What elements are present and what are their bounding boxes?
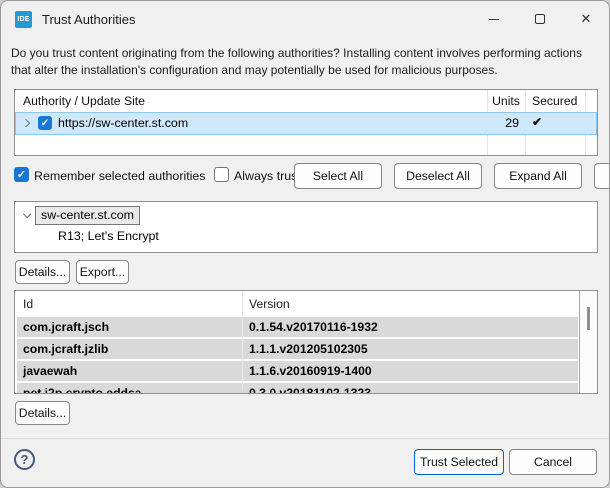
certificate-child-item[interactable]: R13; Let's Encrypt xyxy=(58,229,159,243)
footer-divider xyxy=(1,438,609,439)
maximize-button[interactable] xyxy=(517,1,563,37)
units-table-header: Id Version xyxy=(15,291,597,317)
ide-app-icon: IDE xyxy=(15,11,32,28)
column-header-authority[interactable]: Authority / Update Site xyxy=(23,90,145,112)
minimize-icon xyxy=(489,19,499,20)
unit-details-button[interactable]: Details... xyxy=(15,401,70,425)
collapse-chevron-icon[interactable] xyxy=(23,210,32,219)
window-title: Trust Authorities xyxy=(42,12,135,27)
certificate-tree: sw-center.st.com R13; Let's Encrypt xyxy=(14,201,598,253)
titlebar: IDE Trust Authorities ✕ xyxy=(1,1,609,37)
unit-version: 1.1.6.v20160919-1400 xyxy=(249,364,372,378)
scrollbar-thumb[interactable] xyxy=(587,307,590,330)
always-trust-label[interactable]: Always trust xyxy=(234,169,301,183)
certificate-export-button[interactable]: Export... xyxy=(76,260,129,284)
trust-selected-button[interactable]: Trust Selected xyxy=(414,449,504,475)
remember-authorities-checkbox[interactable]: ✓ xyxy=(14,167,29,182)
unit-id: net.i2p.crypto.eddsa xyxy=(23,386,142,394)
always-trust-checkbox[interactable] xyxy=(214,167,229,182)
units-table: Id Version com.jcraft.jsch 0.1.54.v20170… xyxy=(14,290,598,394)
authorities-table-header: Authority / Update Site Units Secured xyxy=(15,90,597,112)
remember-authorities-label[interactable]: Remember selected authorities xyxy=(34,169,206,183)
close-icon: ✕ xyxy=(581,11,592,27)
certificate-details-button[interactable]: Details... xyxy=(15,260,70,284)
column-header-secured[interactable]: Secured xyxy=(532,90,577,112)
column-header-version[interactable]: Version xyxy=(249,297,290,311)
authorities-table: Authority / Update Site Units Secured ✓ … xyxy=(14,89,598,156)
authority-row[interactable]: ✓ https://sw-center.st.com 29 ✔ xyxy=(15,112,597,135)
unit-version: 0.3.0.v20181102-1323 xyxy=(249,386,371,394)
authority-units-count: 29 xyxy=(474,116,519,130)
secured-check-icon: ✔ xyxy=(532,115,542,129)
help-icon: ? xyxy=(21,452,29,467)
clipped-button[interactable] xyxy=(594,163,610,189)
maximize-icon xyxy=(535,14,545,24)
column-divider xyxy=(242,291,243,391)
column-header-id[interactable]: Id xyxy=(23,297,33,311)
unit-id: com.jcraft.jsch xyxy=(23,320,109,334)
help-button[interactable]: ? xyxy=(14,449,35,470)
unit-row[interactable]: com.jcraft.jsch 0.1.54.v20170116-1932 xyxy=(17,317,578,337)
vertical-scrollbar[interactable] xyxy=(580,291,597,393)
expand-all-button[interactable]: Expand All xyxy=(494,163,582,189)
certificate-root-item[interactable]: sw-center.st.com xyxy=(35,206,140,225)
expand-chevron-icon[interactable] xyxy=(22,119,31,128)
authority-url: https://sw-center.st.com xyxy=(58,116,188,130)
unit-id: javaewah xyxy=(23,364,77,378)
check-icon: ✓ xyxy=(41,118,49,129)
select-all-button[interactable]: Select All xyxy=(294,163,382,189)
check-icon: ✓ xyxy=(17,168,26,181)
unit-row[interactable]: com.jcraft.jzlib 1.1.1.v201205102305 xyxy=(17,339,578,359)
window-controls: ✕ xyxy=(471,1,609,37)
dialog-description: Do you trust content originating from th… xyxy=(11,45,607,78)
authority-checkbox[interactable]: ✓ xyxy=(38,116,52,130)
unit-row[interactable]: javaewah 1.1.6.v20160919-1400 xyxy=(17,361,578,381)
deselect-all-button[interactable]: Deselect All xyxy=(394,163,482,189)
unit-row[interactable]: net.i2p.crypto.eddsa 0.3.0.v20181102-132… xyxy=(17,383,578,394)
unit-version: 1.1.1.v201205102305 xyxy=(249,342,368,356)
unit-id: com.jcraft.jzlib xyxy=(23,342,108,356)
unit-version: 0.1.54.v20170116-1932 xyxy=(249,320,378,334)
trust-authorities-dialog: IDE Trust Authorities ✕ Do you trust con… xyxy=(0,0,610,488)
minimize-button[interactable] xyxy=(471,1,517,37)
cancel-button[interactable]: Cancel xyxy=(509,449,597,475)
column-header-units[interactable]: Units xyxy=(487,90,525,112)
close-button[interactable]: ✕ xyxy=(563,1,609,37)
